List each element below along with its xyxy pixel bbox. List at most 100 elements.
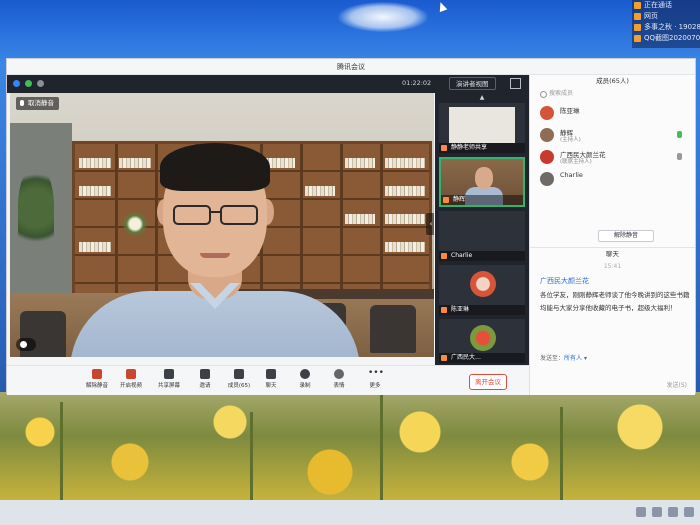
chat-sender: 广西民大颜兰花 (540, 277, 589, 285)
thumbnail-label: 广西民大… (439, 353, 525, 363)
meeting-window: 腾讯会议 01:22:02 演讲者视图 取消静音 ‹ ▲ 静静老师共享 静辉 C… (6, 58, 696, 395)
unmute-all-button[interactable]: 解除静音 (598, 230, 654, 242)
avatar (540, 150, 554, 164)
send-button[interactable]: 发送(S) (667, 380, 688, 389)
notification-tray: 正在通话 网页 多事之秋 · 19028 QQ截图20200707 (632, 0, 700, 48)
taskbar-icon[interactable] (652, 507, 662, 517)
mic-status-label[interactable]: 取消静音 (16, 97, 59, 110)
tray-item[interactable]: 多事之秋 · 19028 (632, 22, 700, 33)
scroll-up-icon[interactable]: ▲ (435, 93, 529, 103)
start-video-button[interactable]: 开启视频 (117, 369, 145, 393)
mic-icon (92, 369, 102, 379)
glasses-bridge (210, 211, 221, 213)
share-screen-icon (164, 369, 174, 379)
camera-icon (126, 369, 136, 379)
plant (18, 163, 54, 253)
member-search-input[interactable]: 搜索成员 (538, 89, 688, 99)
taskbar-icon[interactable] (636, 507, 646, 517)
status-icons (13, 80, 44, 87)
chat-button[interactable]: 聊天 (257, 369, 285, 393)
cloud (338, 2, 428, 32)
taskbar-icon[interactable] (684, 507, 694, 517)
tray-item[interactable]: 正在通话 (632, 0, 700, 11)
glasses (173, 205, 211, 225)
window-title: 腾讯会议 (337, 63, 365, 71)
shelf-divider (380, 144, 383, 298)
avatar (540, 172, 554, 186)
thumbnail-participant[interactable]: 陈亚琳 (439, 265, 525, 315)
stem (380, 392, 383, 502)
speaker-person (70, 141, 360, 357)
chat-message: 各位学友，刚刚静辉老师谈了他今晚讲到的这些书籍均能与大家分享他收藏的电子书，超级… (540, 291, 690, 312)
fullscreen-icon[interactable] (510, 78, 521, 89)
video-header-bar: 01:22:02 演讲者视图 (7, 75, 529, 93)
tray-item[interactable]: 网页 (632, 11, 700, 22)
chevron-down-icon: ▾ (582, 355, 587, 362)
member-name: 陈亚琳 (560, 107, 580, 115)
emoji-button[interactable]: 表情 (325, 369, 353, 393)
thumbnail-label: 静辉 (441, 195, 523, 205)
member-role: (主持人) (560, 137, 581, 143)
speaker-name-tag (16, 338, 36, 351)
thumbnail-participant[interactable]: Charlie (439, 211, 525, 261)
hair (160, 143, 270, 191)
more-button[interactable]: ••• 更多 (361, 369, 389, 393)
avatar (540, 128, 554, 142)
view-mode-button[interactable]: 演讲者视图 (449, 77, 496, 90)
info-icon[interactable] (13, 80, 20, 87)
stem (60, 402, 63, 502)
taskbar-icons (636, 507, 694, 517)
security-icon[interactable] (25, 80, 32, 87)
taskbar-icon[interactable] (668, 507, 678, 517)
meeting-toolbar: 解除静音 开启视频 共享屏幕 邀请 成员(65) 聊天 录制 表情 ••• 更多 … (7, 365, 529, 395)
thumbnail-column: ▲ 静静老师共享 静辉 Charlie 陈亚琳 广西民大… (435, 93, 529, 365)
stem (560, 407, 563, 502)
title-bar: 腾讯会议 (7, 59, 695, 75)
collapse-thumbnails-icon[interactable]: ‹ (426, 213, 434, 235)
app-icon (634, 2, 641, 9)
books (385, 186, 425, 196)
record-button[interactable]: 录制 (291, 369, 319, 393)
member-item[interactable]: Charlie (540, 171, 690, 187)
thumbnail-screen-share[interactable]: 静静老师共享 (439, 103, 525, 153)
chat-icon (266, 369, 276, 379)
tray-item[interactable]: QQ截图20200707 (632, 33, 700, 44)
signal-icon (37, 80, 44, 87)
mic-icon (677, 153, 682, 160)
members-button[interactable]: 成员(65) (225, 369, 253, 393)
books (385, 214, 425, 224)
unmute-button[interactable]: 解除静音 (83, 369, 111, 393)
member-role: (联席主持人) (560, 159, 592, 165)
send-to-value[interactable]: 所有人 (564, 355, 582, 362)
avatar (540, 106, 554, 120)
member-item[interactable]: 广西民大颜兰花 (联席主持人) (540, 149, 690, 165)
member-item[interactable]: 陈亚琳 (540, 105, 690, 121)
thumbnail-label: Charlie (439, 251, 525, 261)
invite-icon (200, 369, 210, 379)
main-video: 取消静音 ‹ (10, 93, 434, 357)
thumbnail-label: 静静老师共享 (439, 143, 525, 153)
thumbnail-participant[interactable]: 广西民大… (439, 319, 525, 363)
chair (370, 305, 416, 353)
member-name: Charlie (560, 171, 583, 179)
record-icon (300, 369, 310, 379)
chat-timestamp: 15:41 (603, 263, 622, 270)
send-to-label: 发送至： (540, 355, 565, 362)
mouth (200, 253, 230, 258)
thumbnail-participant[interactable]: 静辉 (439, 157, 525, 207)
avatar (470, 325, 496, 351)
books (385, 242, 425, 252)
app-icon (634, 35, 641, 42)
leave-meeting-button[interactable]: 离开会议 (469, 374, 507, 390)
participant-head (475, 167, 493, 189)
member-item[interactable]: 静辉 (主持人) (540, 127, 690, 143)
invite-button[interactable]: 邀请 (191, 369, 219, 393)
members-icon (234, 369, 244, 379)
send-to-selector[interactable]: 发送至：所有人 ▾ (540, 353, 587, 362)
mic-icon (677, 131, 682, 138)
chat-title: 聊天 (530, 247, 695, 259)
more-icon: ••• (368, 368, 384, 378)
books (385, 158, 425, 168)
app-icon (634, 13, 641, 20)
share-screen-button[interactable]: 共享屏幕 (155, 369, 183, 393)
